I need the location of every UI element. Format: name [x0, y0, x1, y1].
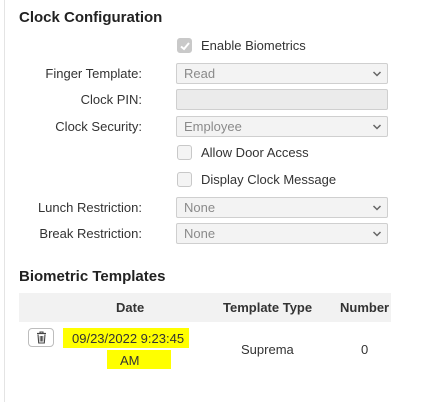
lunch-restriction-row: Lunch Restriction: None [0, 197, 400, 219]
lunch-restriction-label: Lunch Restriction: [37, 200, 142, 215]
template-number-cell: 0 [361, 342, 369, 357]
break-restriction-label: Break Restriction: [39, 226, 142, 241]
chevron-down-icon [372, 205, 382, 211]
finger-template-label: Finger Template: [45, 66, 142, 81]
finger-template-row: Finger Template: Read [0, 63, 400, 85]
clock-pin-row: Clock PIN: [0, 89, 400, 111]
template-type-cell: Suprema [241, 342, 294, 357]
clock-security-value: Employee [184, 119, 242, 134]
table-row: 09/23/2022 9:23:45 AM Suprema 0 [19, 322, 391, 374]
clock-security-select[interactable]: Employee [176, 116, 388, 137]
templates-table-header: Date Template Type Number [19, 293, 391, 322]
clock-configuration-title: Clock Configuration [19, 9, 163, 26]
finger-template-select[interactable]: Read [176, 63, 388, 84]
chevron-down-icon [372, 71, 382, 77]
trash-icon [37, 331, 46, 344]
clock-security-row: Clock Security: Employee [0, 116, 400, 138]
biometric-templates-title: Biometric Templates [19, 268, 166, 285]
allow-door-access-label: Allow Door Access [201, 145, 309, 160]
clock-pin-input[interactable] [176, 89, 388, 110]
display-clock-message-label: Display Clock Message [201, 172, 337, 187]
template-date-line1: 09/23/2022 9:23:45 [72, 331, 185, 346]
clock-security-label: Clock Security: [55, 119, 142, 134]
break-restriction-select[interactable]: None [176, 223, 388, 244]
column-header-date[interactable]: Date [116, 293, 144, 322]
finger-template-value: Read [184, 66, 216, 81]
column-header-template-type[interactable]: Template Type [223, 293, 312, 322]
checkbox-unchecked-icon [177, 172, 192, 187]
checkbox-unchecked-icon [177, 145, 192, 160]
clock-pin-label: Clock PIN: [80, 92, 142, 107]
chevron-down-icon [372, 231, 382, 237]
delete-template-button[interactable] [28, 328, 54, 347]
checkbox-checked-icon [177, 38, 192, 53]
column-header-number[interactable]: Number [340, 293, 389, 322]
lunch-restriction-value: None [184, 200, 216, 215]
chevron-down-icon [372, 124, 382, 130]
enable-biometrics-label: Enable Biometrics [201, 38, 306, 53]
break-restriction-row: Break Restriction: None [0, 223, 400, 245]
lunch-restriction-select[interactable]: None [176, 197, 388, 218]
break-restriction-value: None [184, 226, 216, 241]
template-date-line2: AM [120, 353, 140, 368]
